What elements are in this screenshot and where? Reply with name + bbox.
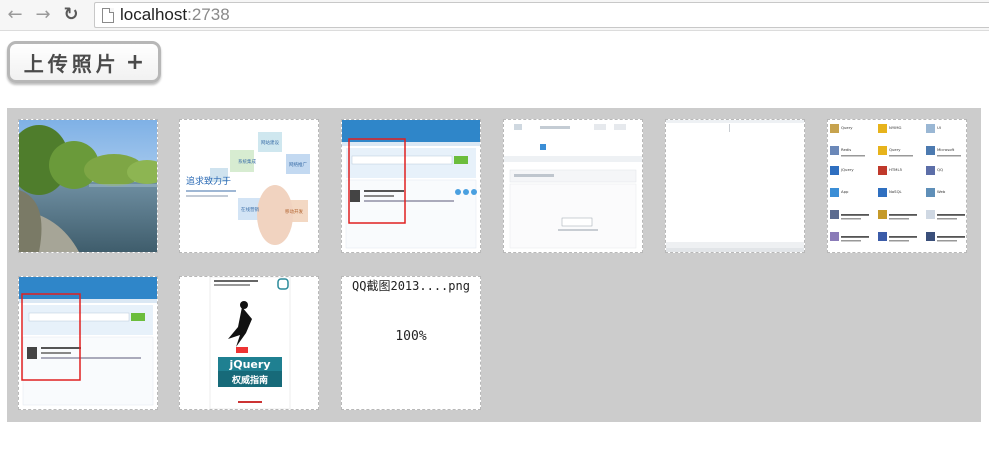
upload-photo-button[interactable]: 上传照片 +	[7, 41, 161, 83]
url-port: :2738	[187, 5, 230, 24]
service-tile-4: 在线营销	[241, 206, 259, 213]
photo-thumbnail-lake[interactable]	[18, 119, 158, 253]
service-tile-3: 网络推广	[289, 161, 307, 168]
file-name-3: UI	[937, 125, 941, 130]
service-tile-5: 移动开发	[285, 208, 303, 215]
service-tile-1: 系统集成	[238, 158, 256, 165]
file-name-8: HTML5	[889, 167, 903, 172]
file-name-5: Query	[889, 147, 901, 152]
photo-thumbnail-web-screenshot-1[interactable]	[341, 119, 481, 253]
forward-arrow-icon[interactable]: →	[32, 4, 54, 26]
reload-icon[interactable]: ↻	[60, 4, 82, 26]
file-name-10: App	[841, 189, 849, 194]
page-icon	[102, 7, 114, 23]
browser-toolbar: ← → ↻ localhost:2738	[0, 0, 989, 31]
file-name-12: Web	[937, 189, 946, 194]
book-title: jQuery	[228, 358, 270, 371]
plus-icon: +	[125, 49, 145, 75]
photo-thumbnail-file-list[interactable]: Query NYIMG UI Redis Query Microsoft jQu…	[827, 119, 967, 253]
file-name-11: NoSQL	[889, 189, 903, 194]
address-bar[interactable]: localhost:2738	[94, 2, 989, 28]
photo-thumbnail-jquery-book[interactable]: jQuery 权威指南	[179, 276, 319, 410]
back-arrow-icon[interactable]: ←	[4, 4, 26, 26]
file-name-7: jQuery	[840, 167, 854, 172]
file-name-9: QQ	[937, 167, 943, 172]
photo-thumbnail-service-graphic[interactable]: 追求致力于 系统集成 网站建设 网络推广 在线营销 移动开发	[179, 119, 319, 253]
upload-progress: 100%	[395, 329, 427, 344]
uploading-item: QQ截图2013....png 100%	[341, 276, 481, 410]
url-host: localhost	[120, 5, 188, 24]
photo-thumbnail-web-screenshot-3[interactable]	[18, 276, 158, 410]
service-headline: 追求致力于	[186, 175, 231, 187]
photo-thumbnail-web-screenshot-2[interactable]	[503, 119, 643, 253]
file-name-1: Query	[841, 125, 853, 130]
upload-button-label: 上传照片	[23, 51, 120, 76]
service-tile-2: 网站建设	[261, 139, 279, 146]
file-name-6: Microsoft	[937, 147, 955, 152]
uploading-filename: QQ截图2013....png	[352, 279, 470, 293]
photo-thumbnail-blank-screenshot[interactable]	[665, 119, 805, 253]
book-subtitle: 权威指南	[231, 374, 268, 386]
file-name-2: NYIMG	[889, 125, 902, 130]
file-name-4: Redis	[841, 147, 851, 152]
url-text: localhost:2738	[120, 5, 230, 25]
photo-gallery: 追求致力于 系统集成 网站建设 网络推广 在线营销 移动开发 Query NYI…	[7, 108, 981, 422]
